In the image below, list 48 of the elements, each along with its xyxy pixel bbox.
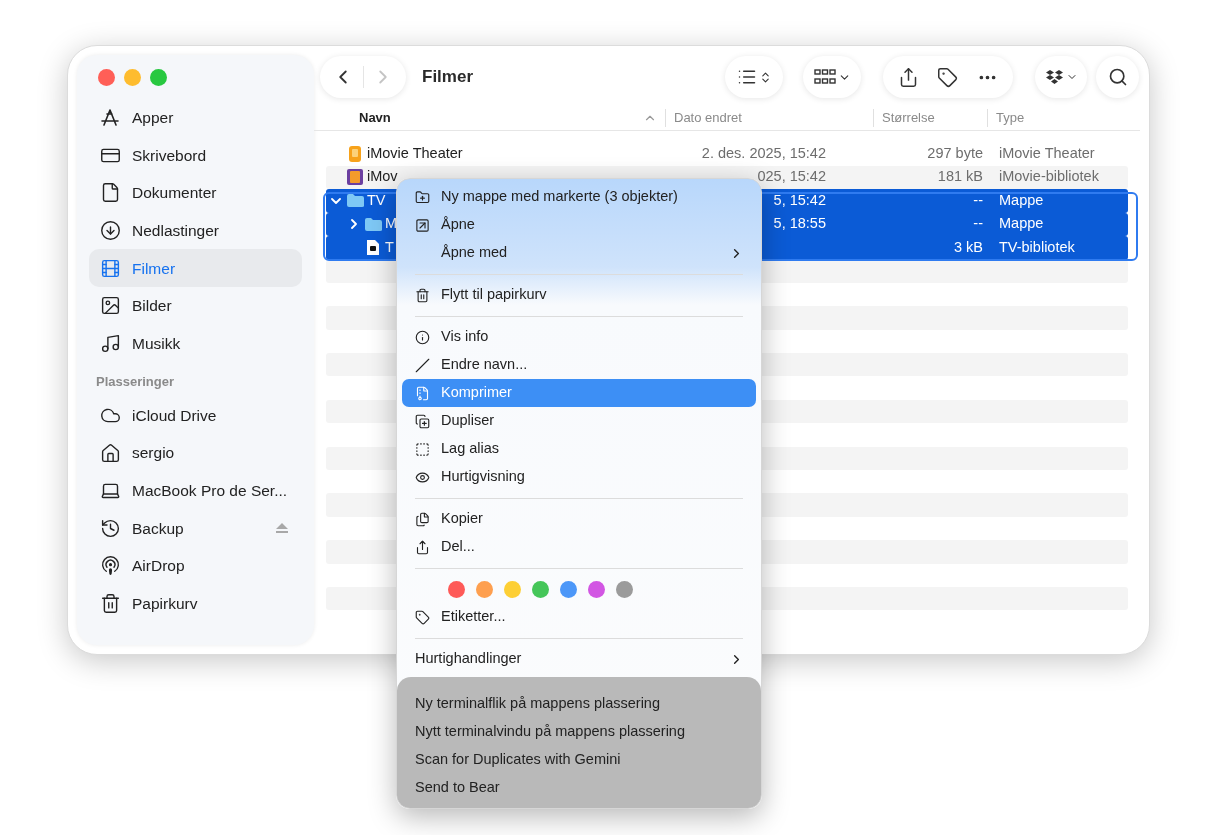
sidebar-label: iCloud Drive [132, 405, 217, 426]
file-size: 297 byte [927, 143, 983, 163]
file-name: T [385, 237, 394, 257]
menu-label: Etiketter... [441, 607, 506, 627]
menu-label: Komprimer [441, 383, 512, 403]
menu-label: Åpne [441, 215, 475, 235]
file-name: TV [367, 190, 386, 210]
date-modified: 025, 15:42 [757, 167, 826, 187]
sidebar-label: Musikk [132, 333, 181, 354]
file-type: Mappe [999, 215, 1044, 232]
menu-label: Lag alias [441, 439, 500, 459]
section-header: Plasseringer [96, 373, 176, 392]
menu-label: Del... [441, 537, 475, 557]
menu-label: Hurtighandlinger [415, 649, 522, 669]
sidebar-label: Nedlastinger [132, 220, 220, 241]
menu-label: Åpne med [441, 243, 508, 263]
menu-label: Endre navn... [441, 355, 528, 375]
date-modified: 5, 15:42 [773, 190, 826, 210]
file-size: -- [973, 214, 983, 234]
file-name: iMovie Theater [367, 143, 463, 163]
file-size: -- [973, 190, 983, 210]
file-type: iMovie Theater [999, 144, 1095, 161]
menu-label: Vis info [441, 327, 489, 347]
sidebar-label: Dokumenter [132, 183, 217, 204]
sidebar-label: MacBook Pro de Ser... [132, 481, 288, 501]
date-modified: 5, 18:55 [773, 214, 826, 234]
menu-label: Hurtigvisning [441, 467, 525, 487]
file-name: iMov [367, 167, 398, 187]
sidebar-label: Apper [132, 108, 174, 129]
window-title: Filmer [422, 66, 474, 89]
file-type: TV-bibliotek [999, 238, 1075, 255]
file-size: 3 kB [954, 237, 983, 257]
file-type: Mappe [999, 191, 1044, 208]
file-size: 181 kB [937, 167, 983, 187]
file-type: iMovie-bibliotek [999, 168, 1099, 185]
sidebar-label: Bilder [132, 296, 172, 317]
sidebar-label: Backup [132, 518, 184, 539]
menu-label: Ny mappe med markerte (3 objekter) [441, 187, 678, 207]
menu-label: Kopier [441, 509, 483, 529]
sidebar-label: AirDrop [132, 556, 185, 577]
sidebar-label: Papirkurv [132, 593, 198, 614]
menu-label: Flytt til papirkurv [441, 285, 547, 305]
sidebar-label: Skrivebord [132, 145, 207, 166]
file-name: M [385, 214, 398, 234]
menu-label: Dupliser [441, 411, 495, 431]
sidebar-label: Filmer [132, 258, 176, 279]
sidebar-label: sergio [132, 443, 175, 464]
date-modified: 2. des. 2025, 15:42 [701, 143, 826, 163]
